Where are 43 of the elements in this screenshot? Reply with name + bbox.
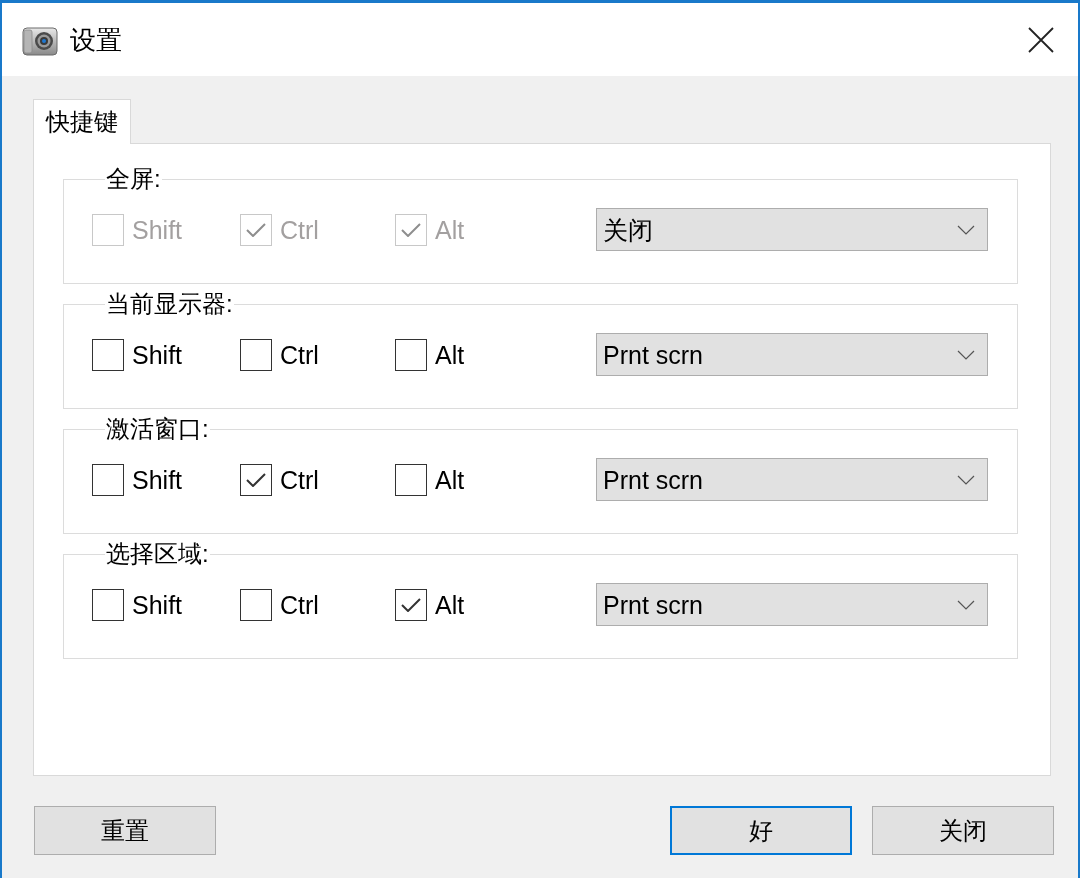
shortcut-key-dropdown[interactable]: Prnt scrn [596,458,988,501]
chevron-down-icon [957,349,975,360]
shortcut-key-dropdown[interactable]: Prnt scrn [596,333,988,376]
close-icon [1028,26,1054,53]
checkbox[interactable] [240,463,272,496]
checkbox[interactable] [395,463,427,496]
checkbox-label: Ctrl [280,214,319,245]
checkbox-label: Alt [435,589,465,620]
chevron-down-icon [957,599,975,610]
shortcut-key-dropdown[interactable]: Prnt scrn [596,583,988,626]
close-dialog-button[interactable]: 关闭 [872,806,1054,855]
checkbox-label: Shift [132,464,183,495]
checkbox-label: Shift [132,339,183,370]
checkbox-label: Shift [132,214,183,245]
chevron-down-icon [957,474,975,485]
checkbox[interactable] [395,338,427,371]
group-label: 当前显示器: [105,291,234,317]
checkbox-label: Alt [435,214,465,245]
checkbox-label: Alt [435,339,465,370]
group-label: 选择区域: [105,541,210,567]
checkbox[interactable] [240,588,272,621]
checkbox[interactable] [240,338,272,371]
checkmark-icon [401,597,421,612]
checkbox[interactable] [92,463,124,496]
checkbox-label: Ctrl [280,589,319,620]
checkbox[interactable] [395,588,427,621]
checkbox-label: Ctrl [280,464,319,495]
shortcut-key-dropdown[interactable]: 关闭 [596,208,988,251]
ok-button[interactable]: 好 [670,806,852,855]
checkbox-label: Shift [132,589,183,620]
checkmark-icon [246,472,266,487]
tab[interactable]: 快捷键 [33,99,131,144]
chevron-down-icon [957,224,975,235]
checkbox[interactable] [92,588,124,621]
checkmark-icon [246,222,266,237]
group-label: 全屏: [105,166,162,192]
checkbox-label: Alt [435,464,465,495]
checkbox[interactable] [92,338,124,371]
window-title: 设置 [70,23,122,56]
group-label: 激活窗口: [105,416,210,442]
checkmark-icon [401,222,421,237]
reset-button[interactable]: 重置 [34,806,216,855]
checkbox-label: Ctrl [280,339,319,370]
